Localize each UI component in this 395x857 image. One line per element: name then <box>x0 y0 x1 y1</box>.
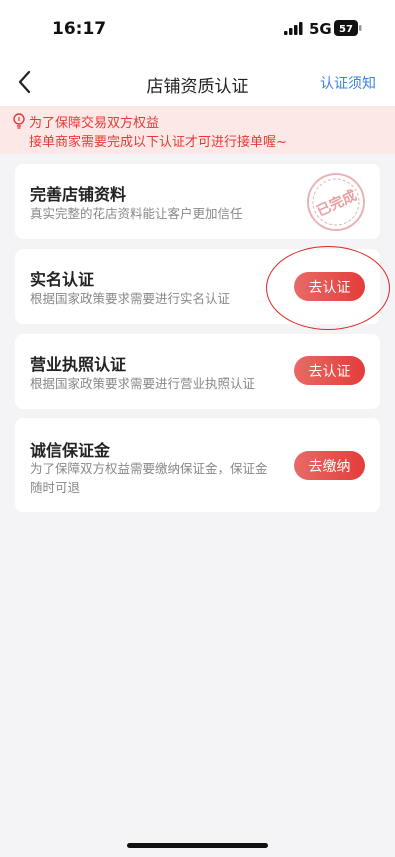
signal-icon <box>284 22 303 35</box>
pay-deposit-button[interactable]: 去缴纳 <box>294 451 365 480</box>
card-business-license: 营业执照认证 根据国家政策要求需要进行营业执照认证 去认证 <box>15 334 380 409</box>
banner-text-line1: 为了保障交易双方权益 <box>29 116 160 131</box>
completed-stamp-icon: 已完成 <box>307 173 365 231</box>
card-title: 实名认证 <box>30 270 95 289</box>
card-title: 完善店铺资料 <box>30 185 127 204</box>
card-title: 营业执照认证 <box>30 355 127 374</box>
card-description-line1: 为了保障双方权益需要缴纳保证金，保证金 <box>30 461 268 476</box>
card-store-profile[interactable]: 完善店铺资料 真实完整的花店资料能让客户更加信任 已完成 <box>15 164 380 239</box>
card-real-name: 实名认证 根据国家政策要求需要进行实名认证 去认证 <box>15 249 380 324</box>
banner-text-line2: 接单商家需要完成以下认证才可进行接单喔~ <box>29 135 287 150</box>
card-description: 真实完整的花店资料能让客户更加信任 <box>30 206 243 221</box>
home-indicator[interactable] <box>127 843 268 848</box>
status-bar: 16:17 5G 57 <box>0 0 395 58</box>
status-time: 16:17 <box>52 19 107 39</box>
card-deposit: 诚信保证金 为了保障双方权益需要缴纳保证金，保证金 随时可退 去缴纳 <box>15 418 380 512</box>
card-description: 根据国家政策要求需要进行实名认证 <box>30 291 231 306</box>
certification-notice-link[interactable]: 认证须知 <box>320 73 376 93</box>
license-verify-button[interactable]: 去认证 <box>294 356 365 385</box>
card-description: 根据国家政策要求需要进行营业执照认证 <box>30 376 256 391</box>
battery-icon: 57 <box>334 20 362 36</box>
notice-banner: 为了保障交易双方权益 接单商家需要完成以下认证才可进行接单喔~ <box>0 106 395 154</box>
card-title: 诚信保证金 <box>30 441 111 460</box>
nav-bar: 店铺资质认证 认证须知 <box>0 58 395 106</box>
network-type: 5G <box>309 20 332 38</box>
stamp-label: 已完成 <box>314 187 359 220</box>
real-name-verify-button[interactable]: 去认证 <box>294 272 365 301</box>
card-description-line2: 随时可退 <box>30 480 81 495</box>
battery-level: 57 <box>339 24 353 35</box>
bulb-icon <box>13 113 25 129</box>
